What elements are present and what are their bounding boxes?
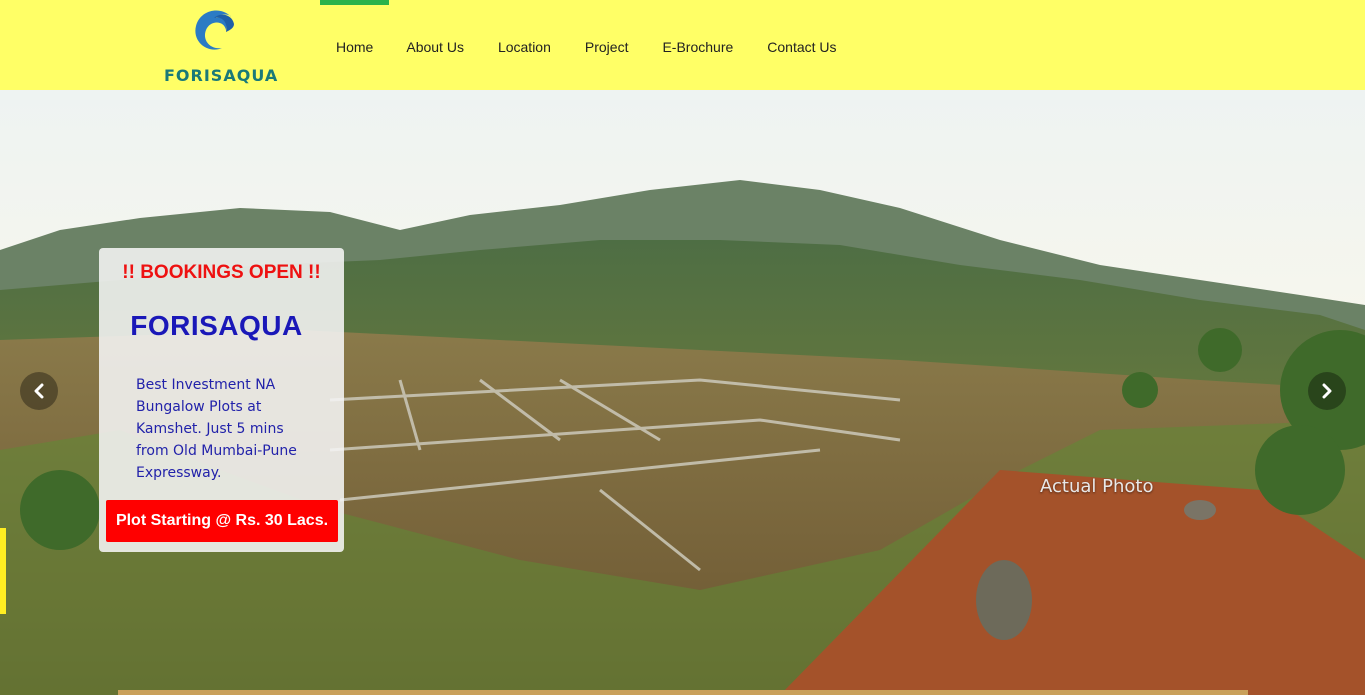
bottom-bar: [118, 690, 1248, 695]
nav-e-brochure[interactable]: E-Brochure: [645, 0, 750, 90]
nav-home[interactable]: Home: [320, 0, 390, 90]
brand-name: FORISAQUA: [164, 66, 279, 85]
hero-slider: Actual Photo !! BOOKINGS OPEN !! FORISAQ…: [0, 90, 1365, 695]
promo-card: !! BOOKINGS OPEN !! FORISAQUA Best Inves…: [99, 248, 344, 552]
chevron-right-icon: [1322, 383, 1332, 399]
slider-next-button[interactable]: [1308, 372, 1346, 410]
promo-description: Best Investment NA Bungalow Plots at Kam…: [136, 377, 297, 481]
nav-location[interactable]: Location: [481, 0, 568, 90]
nav-contact-us[interactable]: Contact Us: [750, 0, 853, 90]
nav-project[interactable]: Project: [568, 0, 646, 90]
chevron-left-icon: [34, 383, 44, 399]
main-nav: Home About Us Location Project E-Brochur…: [320, 0, 854, 90]
photo-caption: Actual Photo: [1040, 476, 1154, 497]
plot-price-button[interactable]: Plot Starting @ Rs. 30 Lacs.: [106, 500, 338, 542]
nav-about-us[interactable]: About Us: [389, 0, 481, 90]
site-header: FORISAQUA Home About Us Location Project…: [0, 0, 1365, 90]
wave-swirl-icon: [195, 10, 234, 50]
side-tab[interactable]: [0, 528, 6, 614]
promo-title: FORISAQUA: [130, 310, 303, 341]
promo-heading: !! BOOKINGS OPEN !!: [122, 262, 321, 283]
brand-logo[interactable]: FORISAQUA: [160, 6, 277, 86]
slider-prev-button[interactable]: [20, 372, 58, 410]
